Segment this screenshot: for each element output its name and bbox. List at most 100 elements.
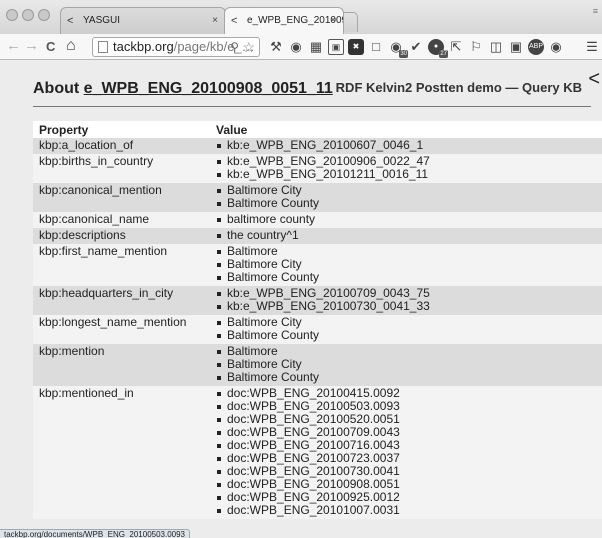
property-cell[interactable]: kbp:mention [33, 344, 210, 386]
screen-icon[interactable]: ◫ [488, 39, 504, 55]
column-header-value: Value [210, 121, 602, 138]
value-list: Baltimore Baltimore City Baltimore County [216, 345, 596, 384]
value-list: kb:e_WPB_ENG_20100906_0022_47 kb:e_WPB_EN… [216, 155, 596, 181]
value-list: kb:e_WPB_ENG_20100709_0043_75 kb:e_WPB_EN… [216, 287, 596, 313]
share-icon: < [231, 15, 238, 27]
value-cell: Baltimore City Baltimore County [210, 183, 602, 212]
value-link[interactable]: the country^1 [216, 229, 596, 242]
value-cell: kb:e_WPB_ENG_20100709_0043_75 kb:e_WPB_EN… [210, 286, 602, 315]
value-list: the country^1 [216, 229, 596, 242]
value-cell: kb:e_WPB_ENG_20100906_0022_47 kb:e_WPB_EN… [210, 154, 602, 183]
table-row: kbp:a_location_of kb:e_WPB_ENG_20100607_0… [33, 138, 602, 154]
property-cell[interactable]: kbp:canonical_mention [33, 183, 210, 212]
browser-toolbar: ← → C ⌂ tackbp.org/page/kb/e_… ⚲ ☆ ⚒ ◉ ▦… [0, 34, 602, 60]
value-list: Baltimore City Baltimore County [216, 316, 596, 342]
value-cell: kb:e_WPB_ENG_20100607_0046_1 [210, 138, 602, 154]
address-bar[interactable]: tackbp.org/page/kb/e_… ⚲ ☆ [92, 37, 260, 57]
column-header-property: Property [33, 121, 210, 138]
forward-button[interactable]: → [24, 37, 39, 55]
value-link[interactable]: Baltimore County [216, 371, 596, 384]
upload-icon[interactable]: ⇱ [448, 39, 464, 55]
app-title: RDF Kelvin2 Postten demo — Query KB [335, 80, 582, 95]
tab-yasgui[interactable]: < YASGUI × [60, 7, 226, 34]
table-row: kbp:births_in_country kb:e_WPB_ENG_201009… [33, 154, 602, 183]
value-list: kb:e_WPB_ENG_20100607_0046_1 [216, 139, 596, 152]
close-box-icon[interactable]: ✖ [348, 39, 364, 55]
menu-icon[interactable]: ☰ [584, 39, 600, 55]
status-bar-url: tackbp.org/documents/WPB_ENG_20100503.00… [0, 529, 191, 538]
table-header-row: Property Value [33, 121, 602, 138]
table-row: kbp:descriptions the country^1 [33, 228, 602, 244]
cat-icon[interactable]: ◉ [288, 39, 304, 55]
value-list: Baltimore Baltimore City Baltimore County [216, 245, 596, 284]
check-icon[interactable]: ✔ [408, 39, 424, 55]
table-row: kbp:canonical_mention Baltimore City Balti… [33, 183, 602, 212]
value-list: Baltimore City Baltimore County [216, 184, 596, 210]
entity-link[interactable]: e_WPB_ENG_20100908_0051_11 [84, 80, 333, 97]
pin-icon[interactable]: ⚐ [468, 39, 484, 55]
table-row: kbp:mention Baltimore Baltimore City Baltim… [33, 344, 602, 386]
wrench-icon[interactable]: ⚒ [268, 39, 284, 55]
window-close-button[interactable] [6, 9, 18, 21]
properties-table: Property Value kbp:a_location_of kb:e_WPB… [33, 121, 602, 519]
table-row: kbp:first_name_mention Baltimore Baltimore… [33, 244, 602, 286]
bag-icon[interactable]: ▣ [508, 39, 524, 55]
table-row: kbp:headquarters_in_city kb:e_WPB_ENG_201… [33, 286, 602, 315]
about-prefix: About [33, 80, 84, 97]
crop-icon[interactable]: □ [368, 39, 384, 55]
reload-button[interactable]: C [46, 38, 55, 56]
property-cell[interactable]: kbp:mentioned_in [33, 386, 210, 519]
back-button[interactable]: ← [6, 37, 21, 55]
page-title: About e_WPB_ENG_20100908_0051_11 [33, 80, 333, 98]
value-cell: baltimore county [210, 212, 602, 228]
value-cell: Baltimore Baltimore City Baltimore County [210, 344, 602, 386]
tab-close-button[interactable]: × [212, 8, 218, 34]
tab-label: YASGUI [83, 15, 121, 26]
value-link[interactable]: Baltimore County [216, 271, 596, 284]
star-icon[interactable]: ☆ [242, 38, 255, 56]
value-cell: Baltimore Baltimore City Baltimore County [210, 244, 602, 286]
share-icon[interactable]: < [588, 68, 600, 91]
url-host: tackbp.org [113, 39, 174, 54]
table-row: kbp:canonical_name baltimore county [33, 212, 602, 228]
table-row: kbp:longest_name_mention Baltimore City Ba… [33, 315, 602, 344]
grid-icon[interactable]: ▦ [308, 39, 324, 55]
tab-entity[interactable]: < e_WPB_ENG_20100908_00 × [224, 7, 344, 34]
browser-titlebar: < YASGUI × < e_WPB_ENG_20100908_00 × ≡ [0, 0, 602, 34]
value-cell: Baltimore City Baltimore County [210, 315, 602, 344]
home-button[interactable]: ⌂ [66, 37, 76, 55]
value-list: baltimore county [216, 213, 596, 226]
property-cell[interactable]: kbp:longest_name_mention [33, 315, 210, 344]
properties-table-wrapper: Property Value kbp:a_location_of kb:e_WPB… [33, 121, 602, 538]
value-cell: the country^1 [210, 228, 602, 244]
property-cell[interactable]: kbp:descriptions [33, 228, 210, 244]
search-icon[interactable]: ⚲ [230, 38, 239, 56]
tab-close-button[interactable]: × [330, 8, 336, 34]
property-cell[interactable]: kbp:births_in_country [33, 154, 210, 183]
property-cell[interactable]: kbp:canonical_name [33, 212, 210, 228]
value-link[interactable]: doc:WPB_ENG_20101007.0031 [216, 504, 596, 517]
window-menu-icon[interactable]: ≡ [593, 6, 598, 16]
window-zoom-button[interactable] [38, 9, 50, 21]
value-link[interactable]: kb:e_WPB_ENG_20101211_0016_11 [216, 168, 596, 181]
property-cell[interactable]: kbp:headquarters_in_city [33, 286, 210, 315]
badge-30-icon[interactable]: ◉ 30 [388, 39, 408, 58]
value-link[interactable]: baltimore county [216, 213, 596, 226]
value-link[interactable]: kb:e_WPB_ENG_20100730_0041_33 [216, 300, 596, 313]
incognito-icon[interactable]: ◉ [548, 39, 564, 55]
value-cell: doc:WPB_ENG_20100415.0092 doc:WPB_ENG_201… [210, 386, 602, 519]
value-link[interactable]: kb:e_WPB_ENG_20100607_0046_1 [216, 139, 596, 152]
value-list: doc:WPB_ENG_20100415.0092 doc:WPB_ENG_201… [216, 387, 596, 517]
value-link[interactable]: Baltimore County [216, 197, 596, 210]
abp-icon[interactable]: ABP [528, 39, 544, 55]
table-row: kbp:mentioned_in doc:WPB_ENG_20100415.009… [33, 386, 602, 519]
divider [33, 106, 591, 107]
property-cell[interactable]: kbp:first_name_mention [33, 244, 210, 286]
value-link[interactable]: Baltimore County [216, 329, 596, 342]
property-cell[interactable]: kbp:a_location_of [33, 138, 210, 154]
page-icon [98, 41, 108, 53]
badge-27-icon[interactable]: ● 27 [428, 39, 448, 58]
image-icon[interactable]: ▣ [328, 39, 344, 55]
page-content: About e_WPB_ENG_20100908_0051_11 RDF Kel… [0, 60, 602, 538]
window-minimize-button[interactable] [22, 9, 34, 21]
